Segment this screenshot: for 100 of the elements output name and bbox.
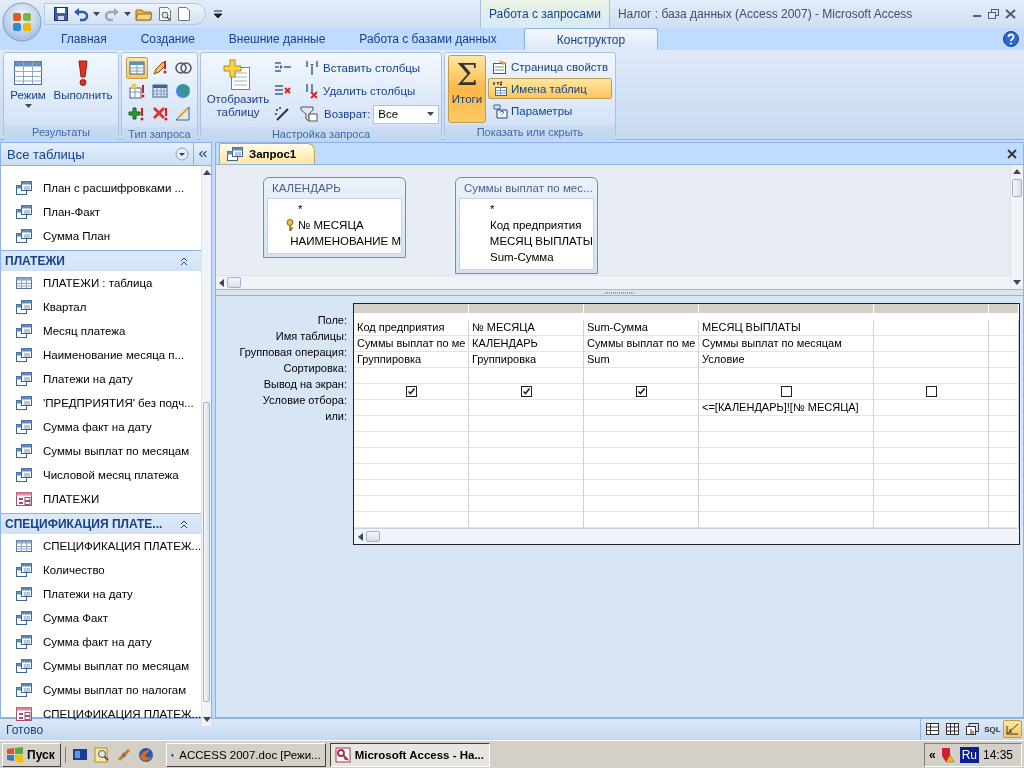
table-box[interactable]: КАЛЕНДАРЬ * № МЕСЯЦА НАИМЕНОВАНИЕ М	[263, 177, 406, 258]
close-icon[interactable]	[1005, 9, 1016, 19]
scroll-thumb[interactable]	[227, 277, 241, 288]
start-button[interactable]: Пуск	[2, 742, 61, 767]
return-combobox[interactable]: Все	[373, 104, 440, 124]
vertical-scrollbar[interactable]	[201, 166, 211, 726]
show-hidden-icons[interactable]: «	[928, 747, 936, 762]
grid-cell[interactable]: № МЕСЯЦА	[469, 320, 584, 336]
browser-icon[interactable]	[137, 746, 154, 763]
grid-cell[interactable]	[989, 416, 1019, 432]
grid-cell[interactable]	[874, 448, 989, 464]
scroll-up-icon[interactable]	[202, 170, 211, 175]
grid-cell[interactable]	[699, 464, 874, 480]
save-icon[interactable]	[53, 6, 69, 22]
group-header[interactable]: СПЕЦИФИКАЦИЯ ПЛАТЕ...	[1, 513, 202, 534]
desktop-icon[interactable]	[71, 746, 88, 763]
grid-cell[interactable]	[584, 464, 699, 480]
nav-item[interactable]: Количество	[1, 558, 202, 582]
grid-cell[interactable]: Суммы выплат по ме	[584, 336, 699, 352]
field-name[interactable]: НАИМЕНОВАНИЕ М	[290, 235, 401, 247]
view-button[interactable]	[943, 720, 962, 738]
grid-cell[interactable]	[469, 368, 584, 384]
grid-cell[interactable]: Sum-Сумма	[584, 320, 699, 336]
nav-item[interactable]: Платежи на дату	[1, 367, 202, 391]
query-grid[interactable]: Код предприятия № МЕСЯЦА Sum-Сумма МЕСЯЦ ВЫПЛАТЫ Суммы выплат по ме КАЛЕНДАРЬ Суммы выплат по ме Суммы выплат по месяцам Группировка Группировка Sum Условие <=[КАЛЕНДАРЬ]![№ МЕСЯЦА]	[353, 303, 1020, 545]
ribbon-tab[interactable]: Конструктор	[523, 28, 659, 50]
grid-cell[interactable]	[989, 368, 1019, 384]
scroll-up-icon[interactable]	[1013, 169, 1021, 174]
folder-icon[interactable]	[135, 6, 153, 22]
grid-cell[interactable]	[469, 384, 584, 400]
grid-cell[interactable]	[699, 432, 874, 448]
grid-cell[interactable]	[989, 464, 1019, 480]
grid-cell[interactable]	[584, 400, 699, 416]
vertical-scrollbar[interactable]	[1010, 165, 1023, 289]
nav-item[interactable]: ПЛАТЕЖИ : таблица	[1, 271, 202, 295]
grid-cell[interactable]	[584, 384, 699, 400]
nav-item[interactable]: Суммы выплат по месяцам	[1, 439, 202, 463]
group-header[interactable]: ПЛАТЕЖИ	[1, 250, 202, 271]
nav-item[interactable]: Сумма Факт	[1, 606, 202, 630]
grid-cell[interactable]: Условие	[699, 352, 874, 368]
grid-cell[interactable]	[989, 352, 1019, 368]
view-button[interactable]: Режим	[7, 55, 49, 123]
grid-cell[interactable]	[354, 432, 469, 448]
magic-wand-icon[interactable]	[274, 106, 292, 122]
grid-cell[interactable]	[584, 432, 699, 448]
grid-cell[interactable]	[469, 400, 584, 416]
field-name[interactable]: № МЕСЯЦА	[298, 219, 364, 231]
grid-cell[interactable]	[354, 400, 469, 416]
field-name[interactable]: МЕСЯЦ ВЫПЛАТЫ	[489, 235, 593, 247]
column-selector[interactable]	[874, 304, 989, 313]
grid-cell[interactable]	[354, 368, 469, 384]
grid-cell[interactable]	[874, 336, 989, 352]
nav-item[interactable]: Суммы выплат по месяцам	[1, 654, 202, 678]
grid-cell[interactable]	[354, 464, 469, 480]
grid-cell[interactable]	[874, 480, 989, 496]
grid-cell[interactable]	[469, 432, 584, 448]
grid-cell[interactable]	[874, 432, 989, 448]
checkbox[interactable]	[780, 386, 792, 397]
grid-cell[interactable]	[699, 384, 874, 400]
close-icon[interactable]	[1007, 149, 1017, 159]
grid-cell[interactable]	[584, 416, 699, 432]
taskbar-button[interactable]: ACCESS 2007.doc [Режи...	[165, 742, 326, 767]
totals-button[interactable]: Σ Итоги	[448, 55, 486, 123]
show-hide-toggle[interactable]: Имена таблиц	[488, 78, 612, 99]
shield-warning-icon[interactable]	[939, 746, 956, 763]
dropdown-icon[interactable]	[175, 147, 189, 161]
checkbox[interactable]	[925, 386, 937, 397]
field-name[interactable]: Sum-Сумма	[490, 251, 554, 263]
search-icon[interactable]	[93, 746, 110, 763]
grid-cell[interactable]	[354, 384, 469, 400]
insert-columns-button[interactable]: Вставить столбцы	[300, 57, 440, 79]
grid-cell[interactable]	[989, 384, 1019, 400]
grid-cell[interactable]	[989, 448, 1019, 464]
nav-item[interactable]: Месяц платежа	[1, 319, 202, 343]
redo-icon[interactable]	[104, 6, 120, 22]
nav-item[interactable]: План-Факт	[1, 200, 202, 224]
grid-cell[interactable]	[469, 480, 584, 496]
column-selector[interactable]	[989, 304, 1019, 313]
grid-cell[interactable]	[874, 368, 989, 384]
restore-icon[interactable]	[988, 9, 999, 19]
grid-cell[interactable]: Суммы выплат по месяцам	[699, 336, 874, 352]
field-name[interactable]: *	[490, 203, 495, 215]
nav-item[interactable]: ПЛАТЕЖИ	[1, 487, 202, 511]
collapse-icon[interactable]	[179, 256, 190, 266]
grid-cell[interactable]: Суммы выплат по ме	[354, 336, 469, 352]
nav-item[interactable]: Сумма факт на дату	[1, 630, 202, 654]
undo-icon[interactable]	[73, 6, 89, 22]
ribbon-tab[interactable]: Создание	[123, 28, 212, 50]
nav-item[interactable]: СПЕЦИФИКАЦИЯ ПЛАТЕЖ...	[1, 534, 202, 558]
grid-cell[interactable]	[584, 480, 699, 496]
nav-item[interactable]: Сумма факт на дату	[1, 415, 202, 439]
grid-cell[interactable]	[699, 368, 874, 384]
nav-item[interactable]: Квартал	[1, 295, 202, 319]
grid-cell[interactable]	[874, 400, 989, 416]
column-selector[interactable]	[469, 304, 584, 313]
scroll-left-icon[interactable]	[358, 532, 363, 541]
ribbon-tab[interactable]: Главная	[44, 28, 124, 50]
ribbon-tab[interactable]: Внешние данные	[211, 28, 343, 50]
grid-cell[interactable]	[989, 400, 1019, 416]
grid-cell[interactable]	[469, 448, 584, 464]
